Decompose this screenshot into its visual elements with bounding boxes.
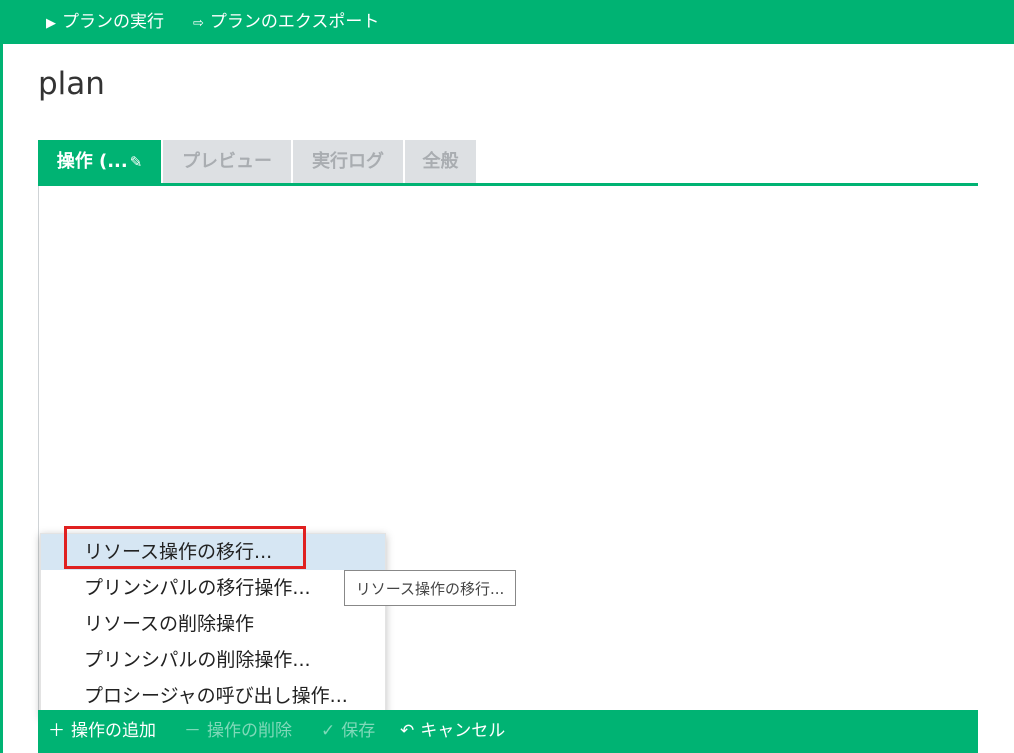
export-plan-label: プランのエクスポート bbox=[209, 12, 380, 32]
check-icon: ✓ bbox=[321, 721, 336, 741]
menu-item-delete-principal-operation[interactable]: プリンシパルの削除操作... bbox=[41, 642, 385, 678]
minus-icon: － bbox=[184, 721, 201, 741]
export-plan-button[interactable]: ⇨ プランのエクスポート bbox=[193, 0, 379, 44]
save-label: 保存 bbox=[341, 721, 376, 741]
menu-item-migrate-resource-operation[interactable]: リソース操作の移行... bbox=[41, 534, 385, 570]
play-icon: ▶ bbox=[46, 16, 56, 31]
menu-item-migrate-principal-operation[interactable]: プリンシパルの移行操作... bbox=[41, 570, 385, 606]
add-operation-label: 操作の追加 bbox=[71, 721, 156, 741]
tab-general-label: 全般 bbox=[422, 151, 459, 172]
menu-item-call-procedure-operation[interactable]: プロシージャの呼び出し操作... bbox=[41, 678, 385, 714]
bottom-toolbar: ＋ 操作の追加 － 操作の削除 ✓ 保存 ↶ キャンセル bbox=[38, 710, 978, 753]
cancel-label: キャンセル bbox=[420, 721, 506, 741]
export-icon: ⇨ bbox=[193, 16, 204, 31]
add-operation-button[interactable]: ＋ 操作の追加 bbox=[48, 710, 156, 753]
cancel-button[interactable]: ↶ キャンセル bbox=[400, 710, 505, 753]
tab-preview[interactable]: プレビュー bbox=[163, 140, 291, 183]
run-plan-button[interactable]: ▶ プランの実行 bbox=[46, 0, 164, 44]
delete-operation-button[interactable]: － 操作の削除 bbox=[184, 710, 292, 753]
pencil-icon: ✎ bbox=[129, 153, 143, 171]
undo-icon: ↶ bbox=[400, 721, 415, 741]
save-button[interactable]: ✓ 保存 bbox=[321, 710, 375, 753]
tooltip: リソース操作の移行... bbox=[344, 570, 516, 606]
tab-general[interactable]: 全般 bbox=[405, 140, 476, 183]
plus-icon: ＋ bbox=[48, 721, 65, 741]
delete-operation-label: 操作の削除 bbox=[207, 721, 292, 741]
page-title: plan bbox=[38, 66, 105, 102]
add-operation-menu: リソース操作の移行... プリンシパルの移行操作... リソースの削除操作 プリ… bbox=[40, 533, 386, 717]
run-plan-label: プランの実行 bbox=[62, 12, 164, 32]
top-toolbar: ▶ プランの実行 ⇨ プランのエクスポート bbox=[0, 0, 1014, 44]
tab-execution-log[interactable]: 実行ログ bbox=[293, 140, 403, 183]
menu-item-delete-resource-operation[interactable]: リソースの削除操作 bbox=[41, 606, 385, 642]
left-accent-edge bbox=[0, 0, 3, 753]
tab-execution-log-label: 実行ログ bbox=[312, 151, 384, 172]
tab-operations-label: 操作 (... bbox=[56, 151, 128, 172]
tab-preview-label: プレビュー bbox=[182, 151, 272, 172]
tab-operations[interactable]: 操作 (... ✎ bbox=[38, 140, 161, 183]
